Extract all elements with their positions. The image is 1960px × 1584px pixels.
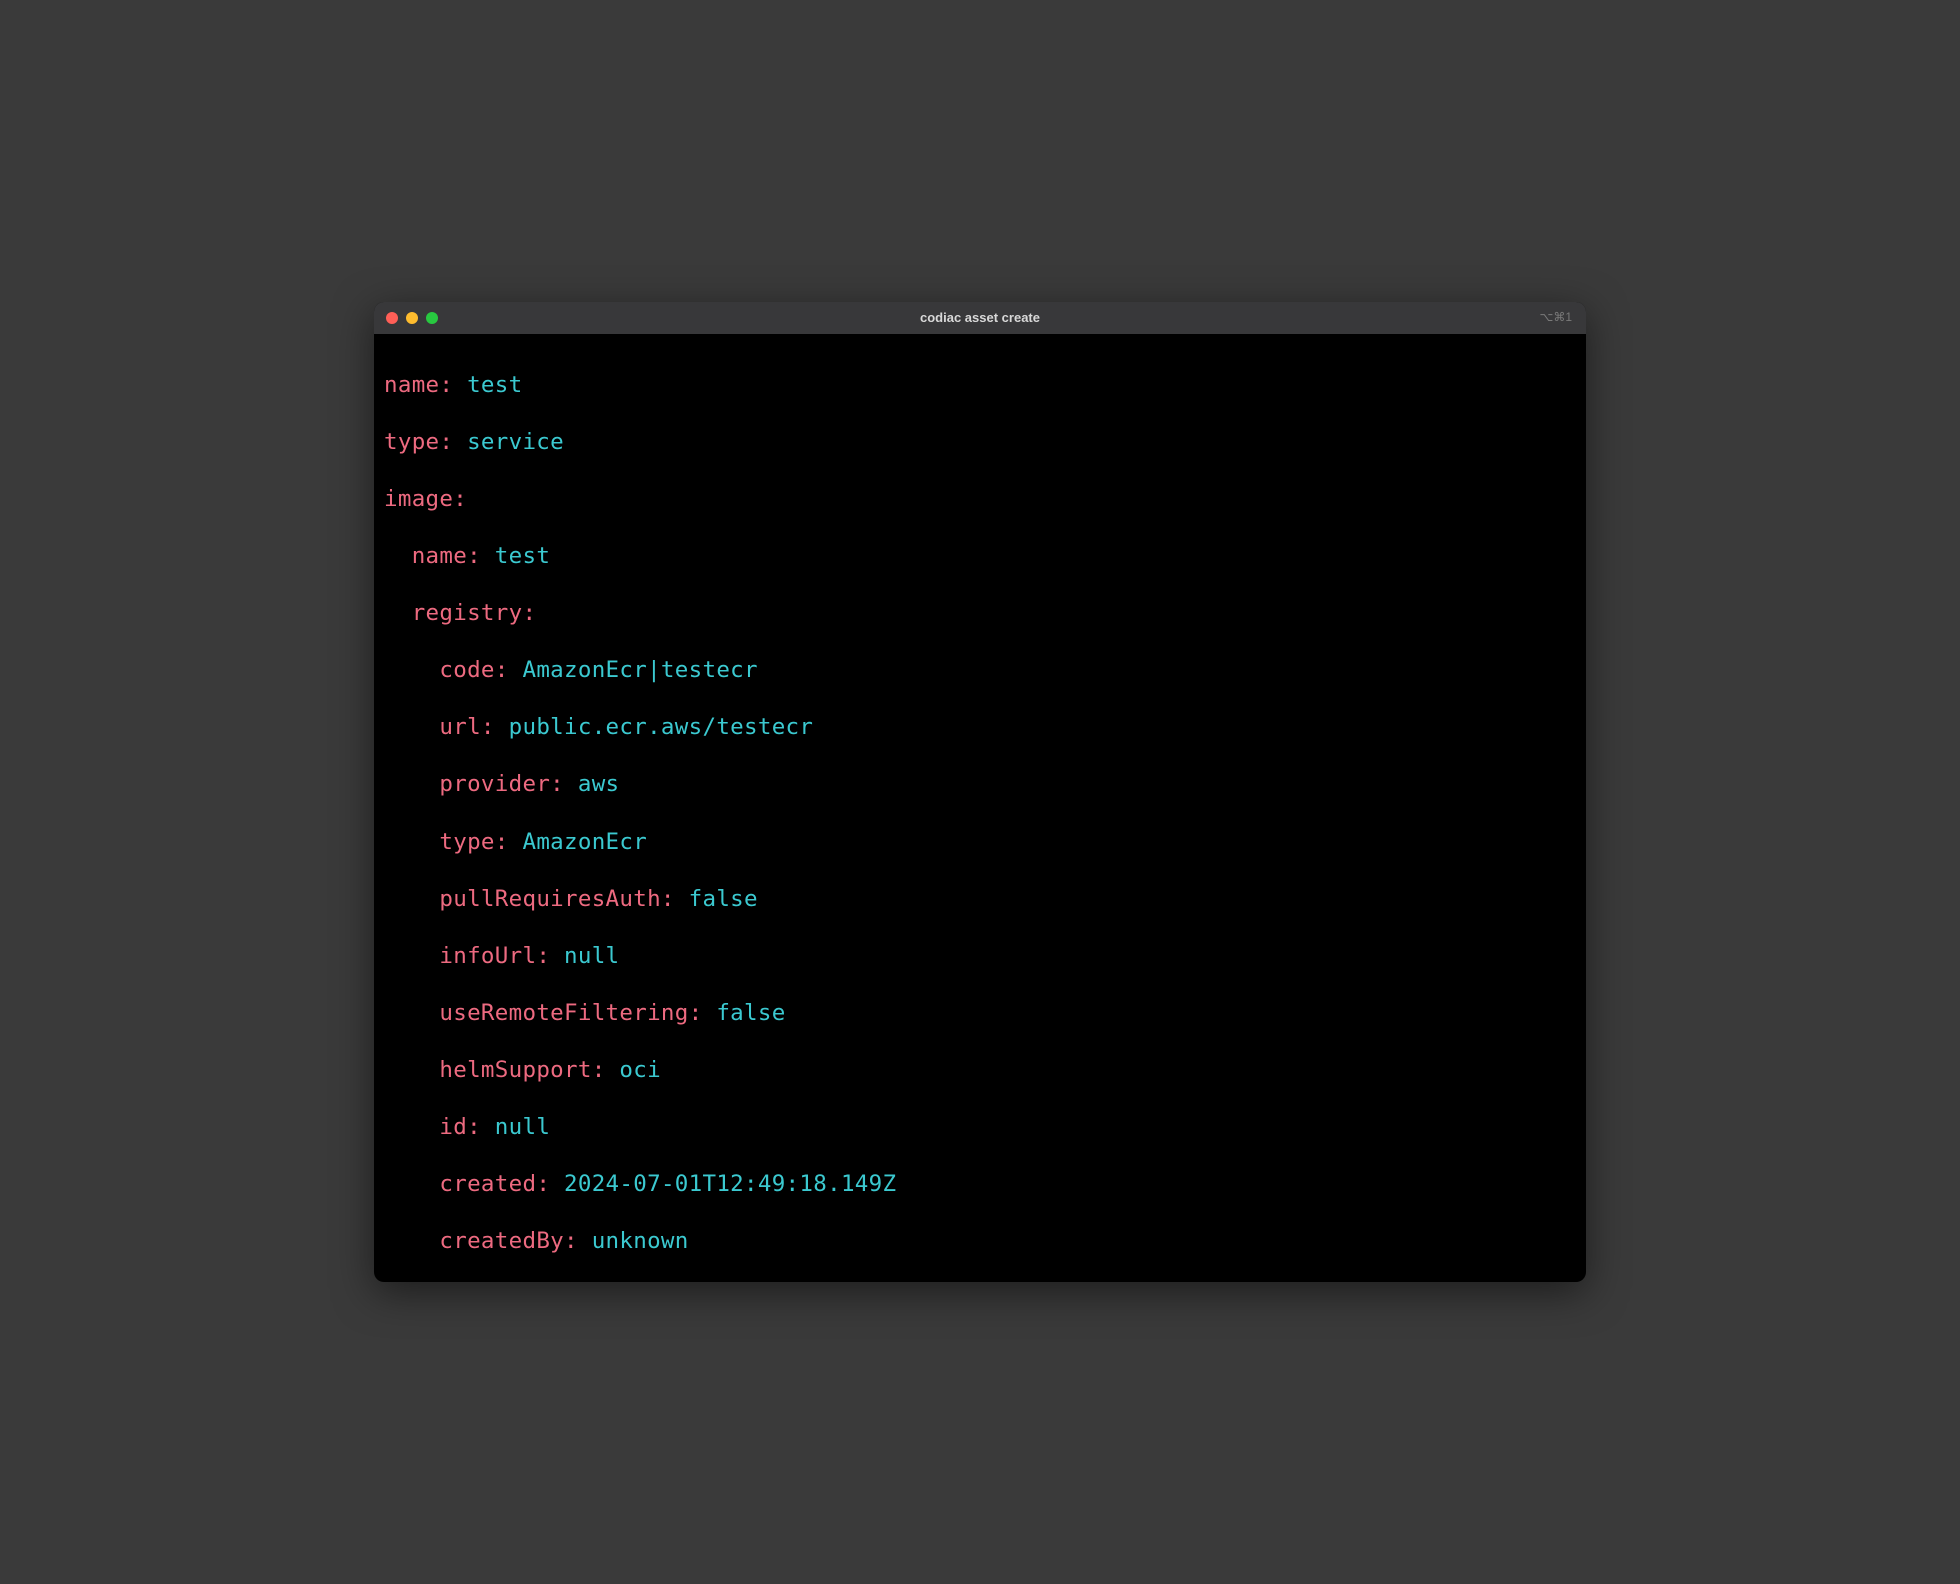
key-url: url: — [439, 714, 494, 740]
key-pra: pullRequiresAuth: — [439, 886, 674, 912]
val-r-createdby: unknown — [578, 1228, 689, 1254]
key-type: type: — [384, 429, 453, 455]
window-title: codiac asset create — [920, 310, 1040, 327]
key-helm: helmSupport: — [439, 1057, 605, 1083]
val-r-created: 2024-07-01T12:49:18.149Z — [550, 1171, 896, 1197]
terminal-body[interactable]: name: test type: service image: name: te… — [374, 334, 1586, 1282]
key-code: code: — [439, 657, 508, 683]
title-bar: codiac asset create ⌥⌘1 — [374, 302, 1586, 334]
val-helm: oci — [606, 1057, 661, 1083]
val-rtype: AmazonEcr — [509, 829, 647, 855]
zoom-icon[interactable] — [426, 312, 438, 324]
val-type: service — [453, 429, 564, 455]
val-id: null — [481, 1114, 550, 1140]
key-registry: registry: — [412, 600, 537, 626]
val-infourl: null — [550, 943, 619, 969]
key-image-name: name: — [412, 543, 481, 569]
key-infourl: infoUrl: — [439, 943, 550, 969]
val-image-name: test — [481, 543, 550, 569]
close-icon[interactable] — [386, 312, 398, 324]
shortcut-hint: ⌥⌘1 — [1539, 310, 1572, 325]
key-id: id: — [439, 1114, 481, 1140]
key-image: image: — [384, 486, 467, 512]
val-pra: false — [675, 886, 758, 912]
terminal-window: codiac asset create ⌥⌘1 name: test type:… — [374, 302, 1586, 1282]
key-rtype: type: — [439, 829, 508, 855]
val-url: public.ecr.aws/testecr — [495, 714, 813, 740]
key-r-created: created: — [439, 1171, 550, 1197]
val-name: test — [453, 372, 522, 398]
traffic-lights — [374, 312, 438, 324]
minimize-icon[interactable] — [406, 312, 418, 324]
key-provider: provider: — [439, 771, 564, 797]
key-r-createdby: createdBy: — [439, 1228, 577, 1254]
val-provider: aws — [564, 771, 619, 797]
val-code: AmazonEcr|testecr — [509, 657, 758, 683]
val-urf: false — [702, 1000, 785, 1026]
key-name: name: — [384, 372, 453, 398]
key-urf: useRemoteFiltering: — [439, 1000, 702, 1026]
